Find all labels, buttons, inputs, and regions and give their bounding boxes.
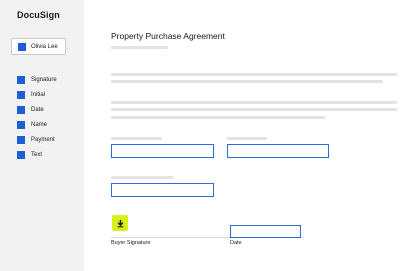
field-item-label: Text bbox=[31, 151, 43, 158]
app-logo: DocuSign bbox=[17, 10, 60, 20]
date-label: Date bbox=[230, 240, 242, 246]
subtitle-placeholder bbox=[111, 46, 168, 49]
signature-field-button[interactable] bbox=[112, 215, 128, 231]
download-arrow-icon bbox=[117, 219, 123, 227]
square-icon bbox=[17, 90, 25, 99]
field-palette: Signature Initial Date Name Payment Text bbox=[17, 72, 57, 162]
field-item-initial[interactable]: Initial bbox=[17, 87, 57, 102]
square-icon bbox=[17, 105, 25, 114]
square-icon bbox=[17, 150, 25, 159]
field-item-date[interactable]: Date bbox=[17, 102, 57, 117]
field-item-label: Name bbox=[31, 121, 48, 128]
square-icon bbox=[17, 75, 25, 84]
text-line-placeholder bbox=[111, 101, 397, 104]
text-line-placeholder bbox=[111, 116, 325, 119]
signer-selector[interactable]: Olivia Lee bbox=[11, 38, 66, 55]
document-title: Property Purchase Agreement bbox=[111, 31, 225, 41]
field-item-label: Initial bbox=[31, 91, 46, 98]
signer-name: Olivia Lee bbox=[31, 43, 58, 50]
field-item-name[interactable]: Name bbox=[17, 117, 57, 132]
sidebar: DocuSign Olivia Lee Signature Initial Da… bbox=[0, 0, 84, 271]
field-label-placeholder bbox=[111, 176, 173, 179]
field-item-label: Payment bbox=[31, 136, 55, 143]
text-line-placeholder bbox=[111, 73, 397, 76]
field-item-label: Date bbox=[31, 106, 44, 113]
signer-color-square-icon bbox=[18, 42, 26, 51]
text-line-placeholder bbox=[111, 80, 383, 83]
field-label-placeholder bbox=[227, 137, 267, 140]
square-icon bbox=[17, 135, 25, 144]
field-item-signature[interactable]: Signature bbox=[17, 72, 57, 87]
date-field[interactable] bbox=[230, 225, 301, 238]
text-field[interactable] bbox=[111, 144, 214, 158]
field-item-payment[interactable]: Payment bbox=[17, 132, 57, 147]
field-label-placeholder bbox=[111, 137, 162, 140]
square-icon bbox=[17, 120, 25, 129]
field-item-label: Signature bbox=[31, 76, 57, 83]
signature-label: Buyer Signature bbox=[111, 240, 151, 246]
text-line-placeholder bbox=[111, 108, 397, 111]
text-field[interactable] bbox=[111, 183, 214, 197]
document-page: Property Purchase Agreement Buyer Signat… bbox=[84, 0, 420, 271]
field-item-text[interactable]: Text bbox=[17, 147, 57, 162]
text-field[interactable] bbox=[227, 144, 329, 158]
